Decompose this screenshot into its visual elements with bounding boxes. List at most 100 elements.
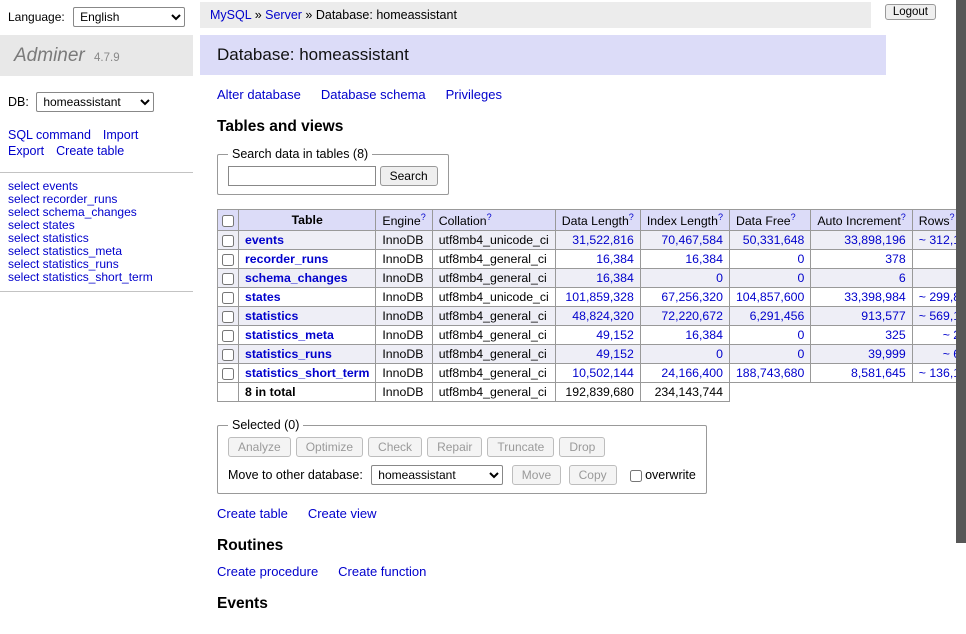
sidebar-action-import[interactable]: Import [103,128,138,142]
data-length-link-events[interactable]: 31,522,816 [572,233,634,247]
select-all-checkbox[interactable] [222,215,234,227]
link-create-procedure[interactable]: Create procedure [217,564,318,579]
sidebar-link-select-statistics[interactable]: select statistics [8,231,89,245]
data-length-link-states[interactable]: 101,859,328 [565,290,633,304]
link-database-schema[interactable]: Database schema [321,87,426,102]
data-free-link-states[interactable]: 104,857,600 [736,290,804,304]
copy-button[interactable]: Copy [569,465,617,485]
link-create-view[interactable]: Create view [308,506,377,521]
table-link-recorder_runs[interactable]: recorder_runs [245,252,328,266]
data-free-link-events[interactable]: 50,331,648 [743,233,805,247]
data-free-link-recorder_runs[interactable]: 0 [798,252,805,266]
sidebar-action-sql-command[interactable]: SQL command [8,128,91,142]
table-link-statistics_runs[interactable]: statistics_runs [245,347,332,361]
data-length-link-statistics_runs[interactable]: 49,152 [596,347,634,361]
search-legend: Search data in tables (8) [228,147,372,161]
table-link-states[interactable]: states [245,290,281,304]
sidebar-link-select-statistics-runs[interactable]: select statistics_runs [8,257,119,271]
sidebar-link-select-statistics-short-term[interactable]: select statistics_short_term [8,270,153,284]
data-free-link-statistics_short_term[interactable]: 188,743,680 [736,366,804,380]
create-links: Create table Create view [217,506,925,521]
column-label: Rows [919,214,950,228]
row-checkbox-statistics_short_term[interactable] [222,368,234,380]
auto-increment-link-events[interactable]: 33,898,196 [844,233,906,247]
index-length-link-events[interactable]: 70,467,584 [661,233,723,247]
link-create-function[interactable]: Create function [338,564,426,579]
column-help-link[interactable]: ? [901,212,906,222]
row-checkbox-events[interactable] [222,235,234,247]
row-checkbox-recorder_runs[interactable] [222,254,234,266]
table-link-statistics[interactable]: statistics [245,309,298,323]
auto-increment-link-statistics[interactable]: 913,577 [861,309,905,323]
row-checkbox-schema_changes[interactable] [222,273,234,285]
column-help-link[interactable]: ? [950,212,955,222]
column-help-link[interactable]: ? [487,212,492,222]
sidebar-action-create-table[interactable]: Create table [56,144,124,158]
table-link-schema_changes[interactable]: schema_changes [245,271,348,285]
index-length-link-statistics[interactable]: 72,220,672 [661,309,723,323]
bulk-analyze-button[interactable]: Analyze [228,437,291,457]
scrollbar-thumb[interactable] [956,0,966,543]
index-length-link-statistics_short_term[interactable]: 24,166,400 [661,366,723,380]
sidebar-link-select-events[interactable]: select events [8,179,78,193]
row-checkbox-statistics[interactable] [222,311,234,323]
breadcrumb-link-server[interactable]: Server [265,8,302,22]
column-help-link[interactable]: ? [629,212,634,222]
db-select[interactable]: homeassistant [36,92,154,112]
sidebar-link-select-recorder-runs[interactable]: select recorder_runs [8,192,117,206]
index-length-link-states[interactable]: 67,256,320 [661,290,723,304]
breadcrumb: MySQL » Server » Database: homeassistant [200,2,871,28]
auto-increment-link-recorder_runs[interactable]: 378 [885,252,906,266]
bulk-check-button[interactable]: Check [368,437,422,457]
data-free-link-statistics[interactable]: 6,291,456 [750,309,805,323]
language-select[interactable]: English [73,7,185,27]
data-free-link-statistics_runs[interactable]: 0 [798,347,805,361]
overwrite-checkbox[interactable] [630,470,642,482]
sidebar-link-select-statistics-meta[interactable]: select statistics_meta [8,244,122,258]
index-length-link-statistics_meta[interactable]: 16,384 [685,328,723,342]
index-length-link-recorder_runs[interactable]: 16,384 [685,252,723,266]
link-alter-database[interactable]: Alter database [217,87,301,102]
sidebar-action-export[interactable]: Export [8,144,44,158]
data-length-link-recorder_runs[interactable]: 16,384 [596,252,634,266]
column-help-link[interactable]: ? [421,212,426,222]
column-help-link[interactable]: ? [718,212,723,222]
content: Alter databaseDatabase schemaPrivileges … [200,75,942,634]
sidebar-link-select-schema-changes[interactable]: select schema_changes [8,205,137,219]
logout-button[interactable]: Logout [885,4,936,20]
bulk-truncate-button[interactable]: Truncate [487,437,554,457]
data-free-link-statistics_meta[interactable]: 0 [798,328,805,342]
data-length-link-statistics_short_term[interactable]: 10,502,144 [572,366,634,380]
bulk-repair-button[interactable]: Repair [427,437,482,457]
search-button[interactable]: Search [380,166,438,186]
move-button[interactable]: Move [512,465,561,485]
table-link-events[interactable]: events [245,233,284,247]
app-title[interactable]: Adminer [14,45,85,66]
auto-increment-link-statistics_runs[interactable]: 39,999 [868,347,906,361]
auto-increment-link-schema_changes[interactable]: 6 [899,271,906,285]
auto-increment-link-statistics_meta[interactable]: 325 [885,328,906,342]
table-link-statistics_short_term[interactable]: statistics_short_term [245,366,369,380]
column-help-link[interactable]: ? [791,212,796,222]
vertical-scrollbar[interactable] [956,0,966,543]
auto-increment-link-states[interactable]: 33,398,984 [844,290,906,304]
data-length-link-schema_changes[interactable]: 16,384 [596,271,634,285]
index-length-link-statistics_runs[interactable]: 0 [716,347,723,361]
bulk-optimize-button[interactable]: Optimize [296,437,363,457]
search-input[interactable] [228,166,376,186]
row-checkbox-statistics_runs[interactable] [222,349,234,361]
link-create-table[interactable]: Create table [217,506,288,521]
move-db-select[interactable]: homeassistant [371,465,503,485]
link-privileges[interactable]: Privileges [446,87,502,102]
breadcrumb-link-mysql[interactable]: MySQL [210,8,251,22]
sidebar-link-select-states[interactable]: select states [8,218,75,232]
table-link-statistics_meta[interactable]: statistics_meta [245,328,334,342]
row-checkbox-states[interactable] [222,292,234,304]
row-checkbox-statistics_meta[interactable] [222,330,234,342]
bulk-drop-button[interactable]: Drop [559,437,605,457]
index-length-link-schema_changes[interactable]: 0 [716,271,723,285]
data-free-link-schema_changes[interactable]: 0 [798,271,805,285]
data-length-link-statistics_meta[interactable]: 49,152 [596,328,634,342]
auto-increment-link-statistics_short_term[interactable]: 8,581,645 [851,366,906,380]
data-length-link-statistics[interactable]: 48,824,320 [572,309,634,323]
